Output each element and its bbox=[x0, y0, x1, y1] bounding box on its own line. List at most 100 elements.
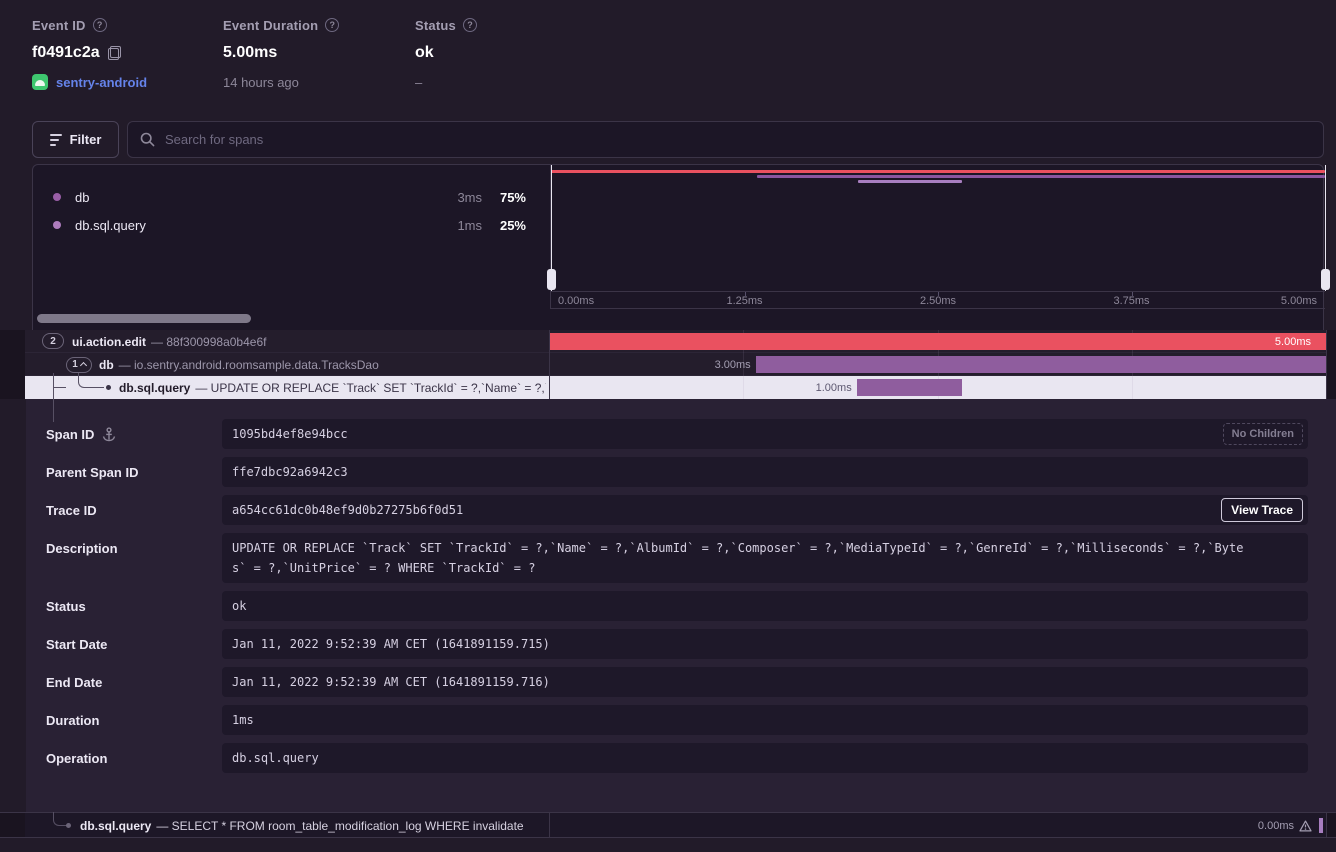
warning-icon bbox=[1299, 820, 1312, 832]
detail-label: Duration bbox=[46, 713, 99, 728]
minimap-span-line bbox=[757, 175, 1325, 178]
legend-duration: 3ms bbox=[438, 190, 482, 205]
minimap-span-line bbox=[858, 180, 962, 183]
child-count-badge-expandable[interactable]: 1 bbox=[66, 357, 92, 373]
status-label: Status bbox=[415, 18, 456, 33]
detail-row-description: Description UPDATE OR REPLACE `Track` SE… bbox=[46, 533, 1336, 583]
minimap-span-line bbox=[551, 170, 1325, 173]
timeline-axis: 0.00ms 1.25ms 2.50ms 3.75ms 5.00ms bbox=[550, 291, 1325, 309]
span-duration-label: 0.00ms bbox=[1258, 820, 1294, 832]
event-id-value: f0491c2a bbox=[32, 44, 100, 62]
legend-duration: 1ms bbox=[438, 218, 482, 233]
no-children-chip: No Children bbox=[1223, 423, 1303, 445]
event-age: 14 hours ago bbox=[223, 75, 299, 90]
help-icon[interactable]: ? bbox=[325, 18, 339, 32]
event-id-column: Event ID ? f0491c2a sentry-android bbox=[32, 16, 223, 91]
axis-tick-label: 5.00ms bbox=[1281, 295, 1317, 307]
span-row-db-sql-query-selected[interactable]: db.sql.query — UPDATE OR REPLACE `Track`… bbox=[0, 376, 1336, 399]
duration-value: 1ms bbox=[222, 705, 1308, 735]
legend-percent: 25% bbox=[482, 218, 526, 233]
status-column: Status ? ok – bbox=[415, 16, 575, 91]
op-breakdown-legend: db 3ms 75% db.sql.query 1ms 25% bbox=[33, 165, 550, 330]
event-duration-value: 5.00ms bbox=[223, 44, 277, 62]
waterfall-panel: db 3ms 75% db.sql.query 1ms 25% bbox=[32, 164, 1324, 330]
legend-percent: 75% bbox=[482, 190, 526, 205]
span-duration-label: 1.00ms bbox=[816, 376, 852, 399]
span-op: db.sql.query bbox=[119, 381, 190, 395]
span-id-value: 1095bd4ef8e94bcc No Children bbox=[222, 419, 1308, 449]
span-duration-bar[interactable] bbox=[1319, 818, 1323, 833]
span-details-panel: Span ID 1095bd4ef8e94bcc No Children Par… bbox=[26, 399, 1336, 812]
filter-button[interactable]: Filter bbox=[32, 121, 119, 158]
legend-item[interactable]: db 3ms 75% bbox=[53, 187, 526, 207]
android-platform-icon bbox=[32, 74, 48, 90]
parent-span-id-value: ffe7dbc92a6942c3 bbox=[222, 457, 1308, 487]
detail-label: Parent Span ID bbox=[46, 465, 138, 480]
detail-row-parent-span-id: Parent Span ID ffe7dbc92a6942c3 bbox=[46, 457, 1336, 487]
start-date-value: Jan 11, 2022 9:52:39 AM CET (1641891159.… bbox=[222, 629, 1308, 659]
detail-row-span-id: Span ID 1095bd4ef8e94bcc No Children bbox=[46, 419, 1336, 449]
event-duration-column: Event Duration ? 5.00ms 14 hours ago bbox=[223, 16, 415, 91]
axis-tick-label: 1.25ms bbox=[726, 295, 762, 307]
spans-toolbar: Filter bbox=[32, 121, 1324, 158]
span-row-db-sql-query-bottom[interactable]: db.sql.query — SELECT * FROM room_table_… bbox=[0, 812, 1336, 838]
copy-icon[interactable] bbox=[108, 46, 121, 60]
span-bar-cell: 5.00ms bbox=[549, 330, 1327, 353]
help-icon[interactable]: ? bbox=[463, 18, 477, 32]
description-value: UPDATE OR REPLACE `Track` SET `TrackId` … bbox=[222, 533, 1308, 583]
project-link[interactable]: sentry-android bbox=[56, 75, 147, 90]
span-duration-label: 5.00ms bbox=[1275, 330, 1311, 353]
legend-op-label: db bbox=[75, 190, 438, 205]
minimap-right-handle[interactable] bbox=[1321, 269, 1330, 290]
search-icon bbox=[140, 132, 155, 147]
span-description: — UPDATE OR REPLACE `Track` SET `TrackId… bbox=[195, 381, 546, 395]
span-duration-bar[interactable] bbox=[857, 379, 962, 396]
detail-row-status: Status ok bbox=[46, 591, 1336, 621]
detail-label: Operation bbox=[46, 751, 107, 766]
op-color-dot bbox=[53, 193, 61, 201]
detail-label: Span ID bbox=[46, 427, 94, 442]
detail-row-end-date: End Date Jan 11, 2022 9:52:39 AM CET (16… bbox=[46, 667, 1336, 697]
minimap-left-handle[interactable] bbox=[547, 269, 556, 290]
axis-tick-label: 3.75ms bbox=[1113, 295, 1149, 307]
span-row-db[interactable]: 1 db — io.sentry.android.roomsample.data… bbox=[0, 353, 1336, 376]
search-input[interactable] bbox=[165, 132, 1311, 147]
filter-button-label: Filter bbox=[70, 132, 102, 147]
detail-label: Description bbox=[46, 541, 118, 556]
status-value: ok bbox=[415, 44, 434, 62]
span-duration-bar[interactable] bbox=[756, 356, 1326, 373]
axis-tick-label: 0.00ms bbox=[558, 295, 594, 307]
status-detail-value: ok bbox=[222, 591, 1308, 621]
trace-id-value: a654cc61dc0b48ef9d0b27275b6f0d51 View Tr… bbox=[222, 495, 1308, 525]
span-row-ui-action-edit[interactable]: 2 ui.action.edit — 88f300998a0b4e6f 5.00… bbox=[0, 330, 1336, 353]
op-color-dot bbox=[53, 221, 61, 229]
span-search[interactable] bbox=[127, 121, 1324, 158]
span-description: — 88f300998a0b4e6f bbox=[151, 335, 266, 349]
legend-item[interactable]: db.sql.query 1ms 25% bbox=[53, 215, 526, 235]
span-description: — io.sentry.android.roomsample.data.Trac… bbox=[119, 358, 379, 372]
tree-node-dot bbox=[106, 385, 111, 390]
detail-label: Trace ID bbox=[46, 503, 97, 518]
anchor-icon[interactable] bbox=[102, 427, 116, 442]
view-trace-button[interactable]: View Trace bbox=[1221, 498, 1303, 522]
help-icon[interactable]: ? bbox=[93, 18, 107, 32]
detail-row-duration: Duration 1ms bbox=[46, 705, 1336, 735]
span-duration-bar[interactable] bbox=[549, 333, 1326, 350]
span-duration-label: 3.00ms bbox=[715, 353, 751, 376]
event-duration-label: Event Duration bbox=[223, 18, 318, 33]
detail-label: Start Date bbox=[46, 637, 107, 652]
chevron-up-icon bbox=[80, 362, 87, 369]
span-bar-cell: 1.00ms bbox=[549, 376, 1327, 399]
trace-minimap[interactable] bbox=[550, 165, 1325, 291]
horizontal-scrollbar[interactable] bbox=[37, 314, 251, 323]
detail-row-operation: Operation db.sql.query bbox=[46, 743, 1336, 773]
detail-label: Status bbox=[46, 599, 86, 614]
child-count-badge[interactable]: 2 bbox=[42, 333, 64, 349]
detail-row-trace-id: Trace ID a654cc61dc0b48ef9d0b27275b6f0d5… bbox=[46, 495, 1336, 525]
tree-node-dot bbox=[66, 823, 71, 828]
event-header: Event ID ? f0491c2a sentry-android Event… bbox=[32, 16, 575, 91]
span-op: db bbox=[99, 358, 114, 372]
span-bar-cell: 0.00ms bbox=[549, 813, 1327, 838]
span-bar-cell: 3.00ms bbox=[549, 353, 1327, 376]
detail-row-start-date: Start Date Jan 11, 2022 9:52:39 AM CET (… bbox=[46, 629, 1336, 659]
